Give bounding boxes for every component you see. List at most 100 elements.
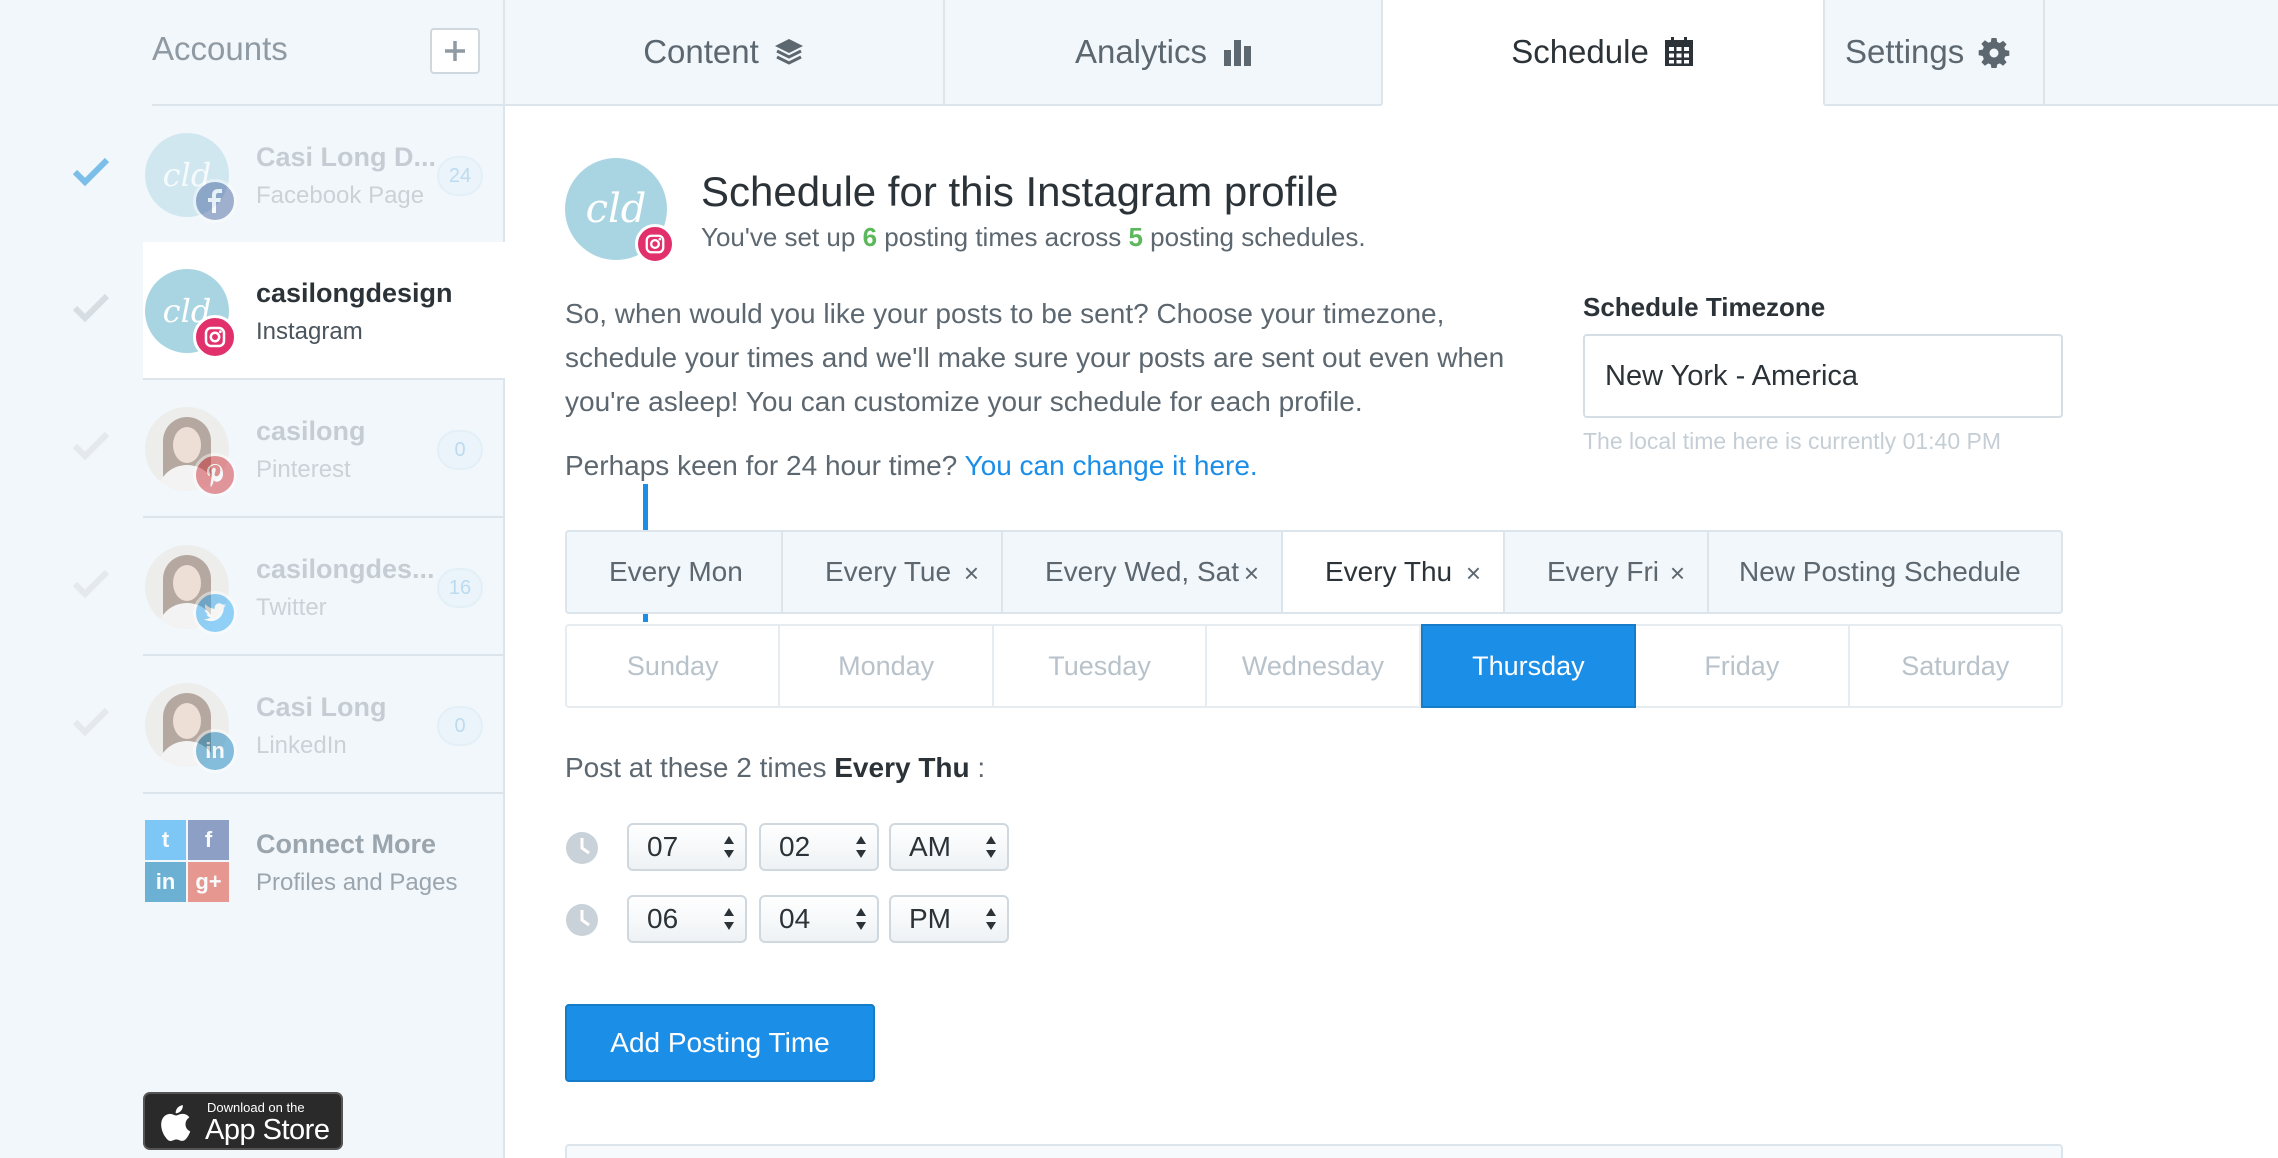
tab-schedule[interactable]: Schedule: [1381, 0, 1825, 106]
schedule-tab-mon[interactable]: Every Mon: [567, 532, 783, 612]
checkmark-icon[interactable]: [72, 568, 110, 600]
account-name: casilong: [256, 416, 366, 446]
connect-more-title: Connect More: [256, 829, 437, 859]
intro-text: So, when would you like your posts to be…: [565, 298, 1505, 417]
checkmark-icon[interactable]: [72, 156, 110, 188]
account-name: casilongdesign: [256, 278, 453, 308]
sidebar-header: Accounts: [152, 0, 505, 106]
new-posting-schedule-tab[interactable]: New Posting Schedule: [1709, 532, 2061, 612]
account-type: Instagram: [256, 318, 363, 345]
timezone-input[interactable]: New York - America: [1583, 334, 2063, 418]
account-item-pinterest[interactable]: casilong Pinterest 0: [0, 380, 505, 518]
layers-icon: [774, 39, 803, 65]
apple-icon: [161, 1105, 191, 1142]
select-value: 02: [779, 831, 811, 862]
change-time-format-link[interactable]: You can change it here.: [965, 450, 1258, 481]
clock-icon: [566, 904, 598, 936]
tab-settings[interactable]: Settings: [1825, 0, 2045, 106]
connect-more-button[interactable]: t f in g+ Connect More Profiles and Page…: [143, 795, 505, 915]
posting-time-row: 07 02 AM: [565, 823, 1165, 871]
account-card: cld Casi Long D... Facebook Page 24: [143, 106, 505, 244]
hour-select[interactable]: 06: [627, 895, 747, 943]
account-name: Casi Long D...: [256, 142, 437, 172]
day-sunday[interactable]: Sunday: [567, 626, 781, 706]
gear-icon: [1978, 38, 2010, 68]
checkmark-icon[interactable]: [72, 706, 110, 738]
hour-format-hint: Perhaps keen for 24 hour time? You can c…: [565, 450, 1258, 482]
add-posting-time-button[interactable]: Add Posting Time: [565, 1004, 875, 1082]
accounts-sidebar: Accounts cld Casi Long D... Facebook Pag…: [0, 0, 648, 1158]
local-time-note: The local time here is currently 01:40 P…: [1583, 428, 2002, 454]
queue-count-badge: 24: [437, 156, 483, 196]
account-type: LinkedIn: [256, 732, 347, 759]
summary-text: posting schedules.: [1142, 222, 1366, 252]
timezone-label: Schedule Timezone: [1583, 292, 1826, 322]
clock-icon: [566, 832, 598, 864]
schedule-tab-fri[interactable]: Every Fri ×: [1505, 532, 1709, 612]
heading-text: :: [969, 752, 986, 783]
minute-select[interactable]: 02: [759, 823, 879, 871]
app-store-label: App Store: [205, 1114, 330, 1146]
sort-arrows-icon: [986, 836, 996, 858]
pinterest-icon: [193, 453, 237, 497]
account-item-linkedin[interactable]: in Casi Long LinkedIn 0: [0, 656, 505, 794]
account-type: Facebook Page: [256, 182, 425, 209]
schedule-tab-wed-sat[interactable]: Every Wed, Sat ×: [1003, 532, 1283, 612]
weekday-selector: Sunday Monday Tuesday Wednesday Thursday…: [565, 624, 2063, 708]
ampm-select[interactable]: PM: [889, 895, 1009, 943]
day-saturday[interactable]: Saturday: [1850, 626, 2061, 706]
ampm-select[interactable]: AM: [889, 823, 1009, 871]
schedule-tab-tue[interactable]: Every Tue ×: [783, 532, 1003, 612]
day-thursday[interactable]: Thursday: [1420, 624, 1637, 708]
tab-analytics[interactable]: Analytics: [945, 0, 1385, 106]
schedule-tab-thu[interactable]: Every Thu ×: [1283, 532, 1505, 612]
day-monday[interactable]: Monday: [780, 626, 994, 706]
select-value: 07: [647, 831, 679, 862]
tab-label: Analytics: [1074, 33, 1208, 70]
close-icon[interactable]: ×: [1670, 558, 1685, 589]
account-item-twitter[interactable]: casilongdes... Twitter 16: [0, 518, 505, 656]
queue-count-badge: 0: [437, 706, 483, 746]
checkmark-icon[interactable]: [72, 292, 110, 324]
schedule-tab-label: Every Mon: [609, 556, 743, 587]
close-icon[interactable]: ×: [1244, 558, 1259, 589]
minute-select[interactable]: 04: [759, 895, 879, 943]
posting-time-row: 06 04 PM: [565, 895, 1165, 943]
account-item-instagram[interactable]: cld casilongdesign Instagram: [0, 242, 648, 622]
queue-count-badge: 16: [437, 568, 483, 608]
schedule-tab-label: Every Wed, Sat: [1045, 556, 1240, 587]
add-account-button[interactable]: [430, 28, 480, 74]
tab-content[interactable]: Content: [505, 0, 945, 106]
select-value: AM: [909, 831, 951, 862]
account-item-facebook[interactable]: cld Casi Long D... Facebook Page 24: [0, 106, 505, 244]
heading-text: Post at these 2 times: [565, 752, 835, 783]
select-value: 04: [779, 903, 811, 934]
schedule-tab-label: Every Tue: [825, 556, 952, 587]
hour-select[interactable]: 07: [627, 823, 747, 871]
account-name: casilongdes...: [256, 554, 435, 584]
summary-text: You've set up: [701, 222, 863, 252]
day-tuesday[interactable]: Tuesday: [994, 626, 1208, 706]
summary-text: posting times across: [877, 222, 1129, 252]
checkmark-icon[interactable]: [72, 430, 110, 462]
plus-icon: [445, 41, 465, 61]
posting-times-count: 6: [862, 222, 878, 252]
main-tabs: Content Analytics Schedule Settings: [505, 0, 2278, 106]
schedule-tab-label: Every Fri: [1547, 556, 1659, 587]
sort-arrows-icon: [724, 908, 734, 930]
queue-count-badge: 0: [437, 430, 483, 470]
day-wednesday[interactable]: Wednesday: [1207, 626, 1421, 706]
social-networks-icon: t f in g+: [145, 820, 229, 902]
close-icon[interactable]: ×: [1466, 558, 1481, 589]
tab-label: Schedule: [1511, 33, 1649, 70]
schedule-summary: You've set up 6 posting times across 5 p…: [701, 222, 1366, 253]
close-icon[interactable]: ×: [964, 558, 979, 589]
day-friday[interactable]: Friday: [1636, 626, 1850, 706]
twitter-icon: [193, 591, 237, 635]
app-store-badge[interactable]: Download on the App Store: [143, 1092, 343, 1150]
schedule-panel: cld Schedule for this Instagram profile …: [507, 106, 2278, 1158]
sort-arrows-icon: [724, 836, 734, 858]
account-card: in Casi Long LinkedIn 0: [143, 656, 505, 794]
bar-chart-icon: [1224, 40, 1252, 66]
tab-label: Settings: [1845, 33, 1965, 70]
